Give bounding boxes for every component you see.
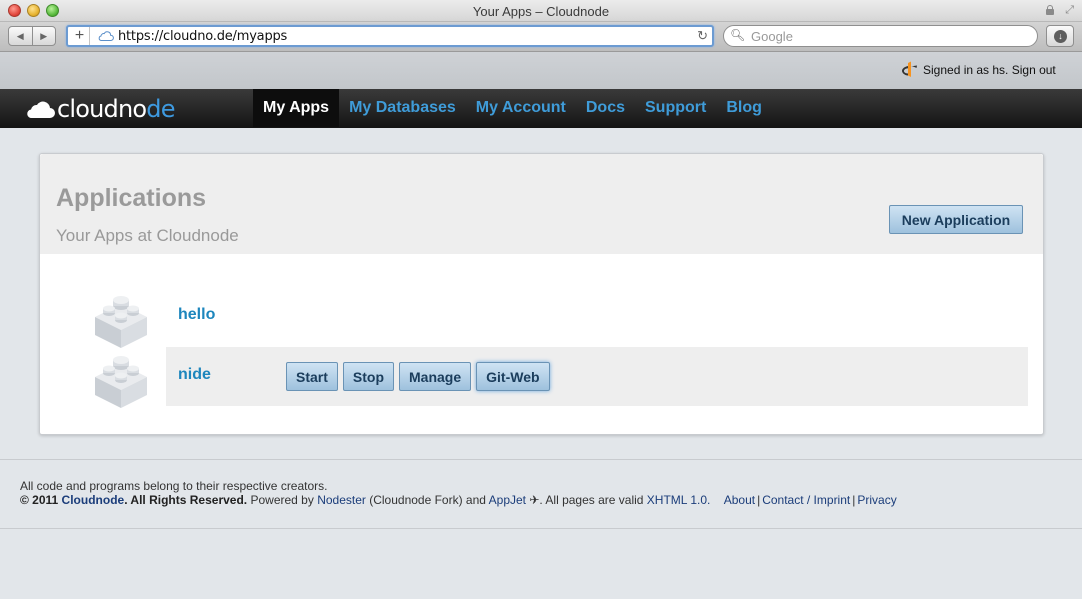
app-name-link[interactable]: nide bbox=[178, 366, 211, 384]
nav-my-databases[interactable]: My Databases bbox=[339, 89, 466, 127]
address-bar[interactable]: + https://cloudno.de/myapps ↻ bbox=[66, 25, 714, 47]
powered-by-text: Powered by bbox=[247, 493, 318, 507]
nav-my-apps[interactable]: My Apps bbox=[253, 89, 340, 127]
page-subtitle: Your Apps at Cloudnode bbox=[56, 226, 239, 245]
logo-text-highlight: de bbox=[146, 95, 175, 123]
main-nav-links: My Apps My Databases My Account Docs Sup… bbox=[253, 89, 772, 128]
footer-copyright-line: © 2011 Cloudnode. All Rights Reserved. P… bbox=[20, 493, 897, 507]
privacy-link[interactable]: Privacy bbox=[857, 493, 896, 507]
footer-bottom-divider bbox=[0, 528, 1082, 529]
nav-docs[interactable]: Docs bbox=[576, 89, 635, 127]
app-block-icon bbox=[95, 356, 147, 408]
app-row-hello: hello bbox=[95, 287, 1028, 348]
history-nav: ◀ ▶ bbox=[8, 26, 56, 46]
copyright-suffix: . All Rights Reserved. bbox=[124, 493, 248, 507]
app-row-nide: nide Start Stop Manage Git-Web bbox=[95, 347, 1028, 408]
lock-icon bbox=[1046, 5, 1054, 15]
footer-divider bbox=[0, 459, 1082, 460]
nav-support[interactable]: Support bbox=[635, 89, 716, 127]
cloudnode-link[interactable]: Cloudnode bbox=[62, 493, 125, 507]
page-title: Applications bbox=[56, 184, 207, 212]
about-link[interactable]: About bbox=[724, 493, 755, 507]
download-arrow-icon: ↓ bbox=[1054, 30, 1067, 43]
window-titlebar: Your Apps – Cloudnode ⤢ bbox=[0, 0, 1082, 22]
app-actions: Start Stop Manage Git-Web bbox=[286, 362, 555, 391]
manage-button[interactable]: Manage bbox=[399, 362, 472, 391]
back-arrow-icon[interactable]: ◀ bbox=[9, 27, 32, 45]
site-cloud-icon bbox=[98, 31, 114, 41]
appjet-link[interactable]: AppJet bbox=[489, 493, 526, 507]
app-block-icon bbox=[95, 296, 147, 348]
openid-icon bbox=[902, 61, 917, 77]
user-status-bar: Signed in as hs. Sign out bbox=[0, 52, 1082, 89]
nav-blog[interactable]: Blog bbox=[716, 89, 772, 127]
nodester-link[interactable]: Nodester bbox=[317, 493, 366, 507]
copyright-prefix: © 2011 bbox=[20, 493, 62, 507]
cloud-logo-icon bbox=[27, 101, 55, 119]
signed-in-text[interactable]: Signed in as hs. Sign out bbox=[923, 63, 1056, 77]
contact-imprint-link[interactable]: Contact / Imprint bbox=[762, 493, 850, 507]
start-button[interactable]: Start bbox=[286, 362, 338, 391]
site-nav: cloudnode My Apps My Databases My Accoun… bbox=[0, 89, 1082, 128]
reload-icon[interactable]: ↻ bbox=[697, 28, 708, 44]
search-field[interactable]: 🔍︎ Google bbox=[723, 25, 1038, 47]
new-application-button[interactable]: New Application bbox=[889, 205, 1023, 234]
url-text[interactable]: https://cloudno.de/myapps bbox=[118, 29, 287, 44]
fullscreen-icon[interactable]: ⤢ bbox=[1065, 4, 1074, 17]
footer-notice: All code and programs belong to their re… bbox=[20, 479, 328, 493]
git-web-button[interactable]: Git-Web bbox=[476, 362, 550, 391]
search-icon: 🔍︎ bbox=[730, 28, 746, 42]
fork-text: (Cloudnode Fork) and bbox=[365, 493, 489, 507]
footer: All code and programs belong to their re… bbox=[20, 479, 897, 507]
search-placeholder: Google bbox=[751, 29, 793, 44]
browser-toolbar: ◀ ▶ + https://cloudno.de/myapps ↻ 🔍︎ Goo… bbox=[0, 22, 1082, 52]
add-bookmark-icon[interactable]: + bbox=[70, 27, 90, 45]
panel-header: Applications Your Apps at Cloudnode New … bbox=[40, 154, 1043, 254]
downloads-button[interactable]: ↓ bbox=[1046, 25, 1074, 47]
applications-panel: Applications Your Apps at Cloudnode New … bbox=[39, 153, 1044, 435]
xhtml-link[interactable]: XHTML 1.0. bbox=[647, 493, 711, 507]
window-title: Your Apps – Cloudnode bbox=[472, 4, 610, 19]
valid-text: . All pages are valid bbox=[539, 493, 647, 507]
forward-arrow-icon[interactable]: ▶ bbox=[31, 27, 56, 45]
cloudnode-logo[interactable]: cloudnode bbox=[26, 95, 176, 123]
nav-my-account[interactable]: My Account bbox=[466, 89, 576, 127]
stop-button[interactable]: Stop bbox=[342, 362, 395, 391]
appjet-plane-icon: ✈ bbox=[526, 493, 540, 507]
logo-text-main: cloudno bbox=[57, 95, 147, 123]
app-name-link[interactable]: hello bbox=[178, 306, 215, 324]
